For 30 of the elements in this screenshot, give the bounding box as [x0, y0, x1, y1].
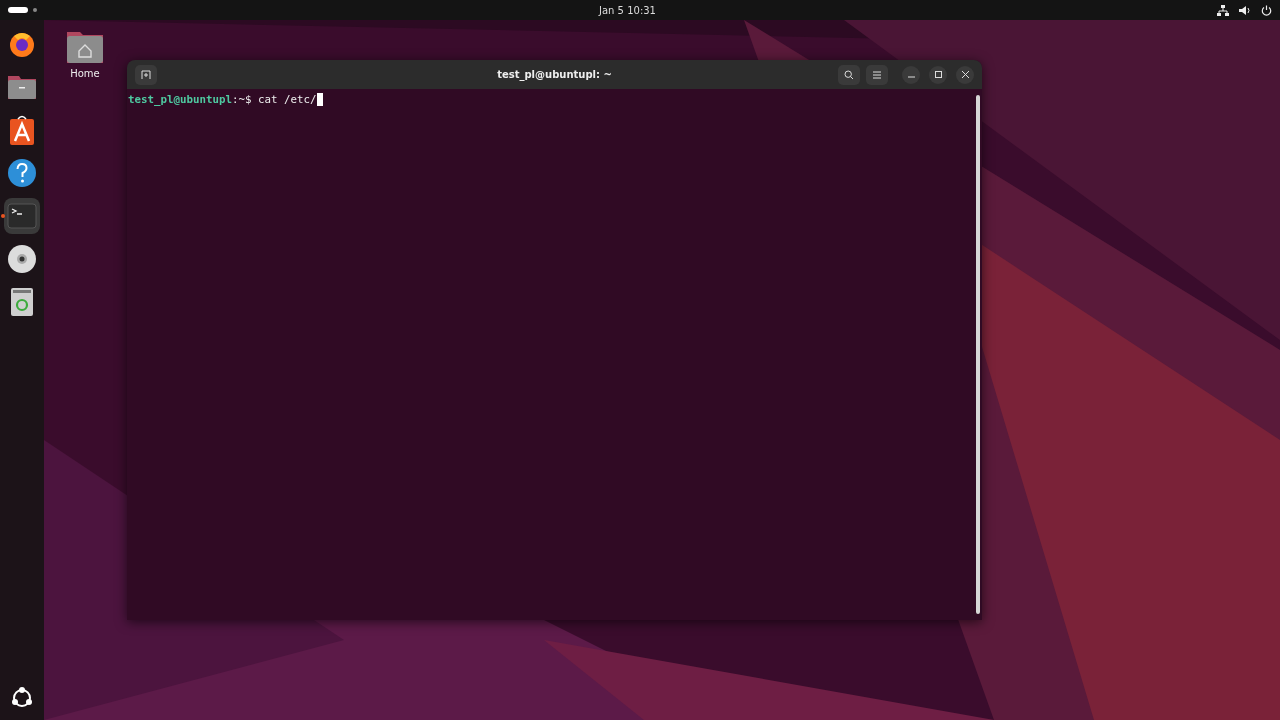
new-tab-icon — [141, 69, 151, 80]
app-grid-icon[interactable] — [10, 686, 34, 710]
new-tab-button[interactable] — [135, 64, 157, 85]
search-button[interactable] — [838, 64, 860, 85]
trash-icon — [10, 287, 34, 317]
workspace-indicator-icon[interactable] — [8, 7, 38, 13]
close-icon — [961, 71, 969, 78]
search-icon — [844, 69, 854, 80]
minimize-button[interactable] — [902, 65, 920, 84]
store-icon — [9, 115, 35, 145]
scrollbar[interactable] — [976, 95, 980, 614]
text-cursor — [316, 93, 323, 106]
home-folder-icon[interactable] — [66, 30, 104, 64]
power-icon[interactable] — [1261, 4, 1272, 16]
clock[interactable]: Jan 5 10:31 — [599, 4, 656, 16]
browser-icon — [8, 30, 36, 58]
folder-icon — [7, 74, 37, 100]
network-icon[interactable] — [1217, 4, 1229, 16]
terminal-icon — [7, 203, 37, 229]
volume-icon[interactable] — [1239, 4, 1251, 16]
help-icon — [7, 158, 37, 188]
close-button[interactable] — [956, 65, 974, 84]
maximize-icon — [934, 71, 942, 78]
command-line: test_pl@ubuntupl:~$ cat /etc/ — [128, 93, 317, 106]
disc-icon — [7, 244, 37, 274]
window-title: test_pl@ubuntupl: ~ — [497, 69, 612, 80]
menu-icon — [873, 70, 881, 79]
maximize-button[interactable] — [929, 65, 947, 84]
menu-button[interactable] — [866, 64, 888, 85]
desktop-icon-label[interactable]: Home — [70, 68, 100, 79]
